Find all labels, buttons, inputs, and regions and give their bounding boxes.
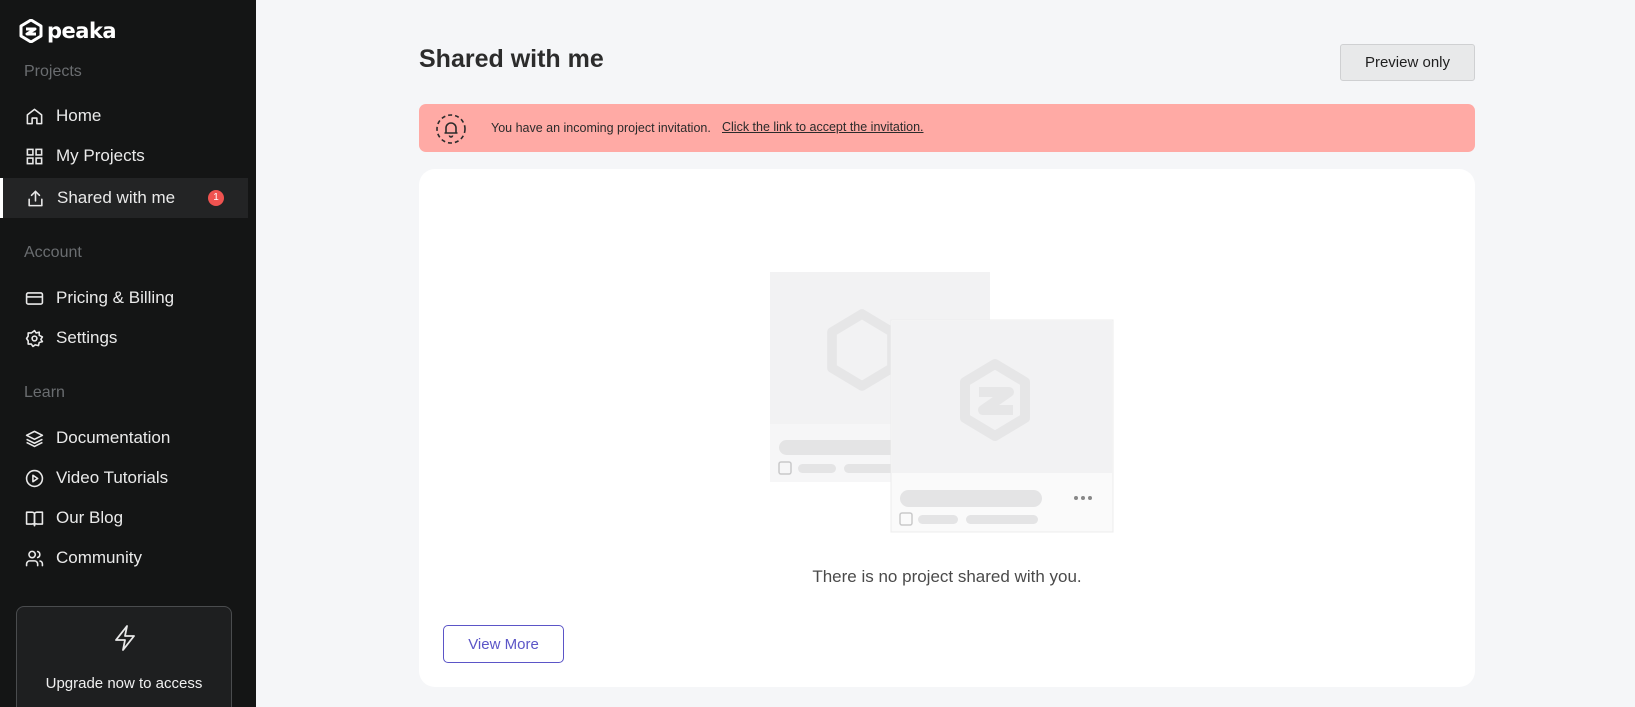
layers-icon (24, 428, 44, 448)
invitation-text: You have an incoming project invitation. (491, 121, 711, 135)
shared-projects-card: There is no project shared with you. Vie… (419, 169, 1475, 687)
sidebar-item-label: Home (56, 106, 102, 125)
users-icon (24, 548, 44, 568)
sidebar-item-pricing-billing[interactable]: Pricing & Billing (0, 278, 248, 318)
upgrade-text: Upgrade now to access (45, 675, 203, 692)
home-icon (24, 106, 44, 126)
sidebar-item-label: Video Tutorials (56, 468, 169, 487)
invitation-banner: You have an incoming project invitation.… (419, 104, 1475, 152)
view-more-button[interactable]: View More (443, 625, 564, 663)
sidebar-item-documentation[interactable]: Documentation (0, 418, 248, 458)
sidebar-item-our-blog[interactable]: Our Blog (0, 498, 248, 538)
sidebar-item-label: Community (56, 548, 142, 567)
sidebar-item-home[interactable]: Home (0, 96, 248, 136)
sidebar-item-label: Documentation (56, 428, 171, 447)
sidebar-item-settings[interactable]: Settings (0, 318, 248, 358)
peaka-logo[interactable]: peaka (19, 19, 117, 43)
sidebar-item-community[interactable]: Community (0, 538, 248, 578)
sidebar-item-video-tutorials[interactable]: Video Tutorials (0, 458, 248, 498)
empty-state-text: There is no project shared with you. (812, 567, 1082, 586)
section-label-account: Account (24, 244, 82, 261)
upgrade-card[interactable]: Upgrade now to access (16, 606, 232, 707)
credit-card-icon (24, 288, 44, 308)
section-label-projects: Projects (24, 63, 82, 80)
accept-invitation-link[interactable]: Click the link to accept the invitation. (722, 120, 924, 134)
sidebar-item-label: Settings (56, 328, 118, 347)
preview-only-button[interactable]: Preview only (1340, 44, 1475, 81)
peaka-logo-icon (19, 19, 43, 43)
book-icon (24, 508, 44, 528)
sidebar-item-shared-with-me[interactable]: Shared with me 1 (0, 178, 248, 218)
bell-icon (436, 114, 466, 144)
sidebar: peaka Projects Home My Projects Shared w… (0, 0, 256, 707)
notification-badge: 1 (208, 190, 224, 206)
sidebar-item-label: Shared with me (57, 188, 176, 207)
sidebar-item-label: Our Blog (56, 508, 124, 527)
bolt-icon (115, 625, 135, 651)
sidebar-item-label: My Projects (56, 146, 145, 165)
section-label-learn: Learn (24, 384, 65, 401)
empty-state-illustration (770, 272, 1114, 533)
sidebar-item-label: Pricing & Billing (56, 288, 175, 307)
page-title: Shared with me (419, 45, 604, 73)
grid-icon (24, 146, 44, 166)
share-icon (25, 188, 45, 208)
logo-text: peaka (47, 19, 117, 43)
sidebar-item-my-projects[interactable]: My Projects (0, 136, 248, 176)
gear-icon (24, 328, 44, 348)
play-circle-icon (24, 468, 44, 488)
